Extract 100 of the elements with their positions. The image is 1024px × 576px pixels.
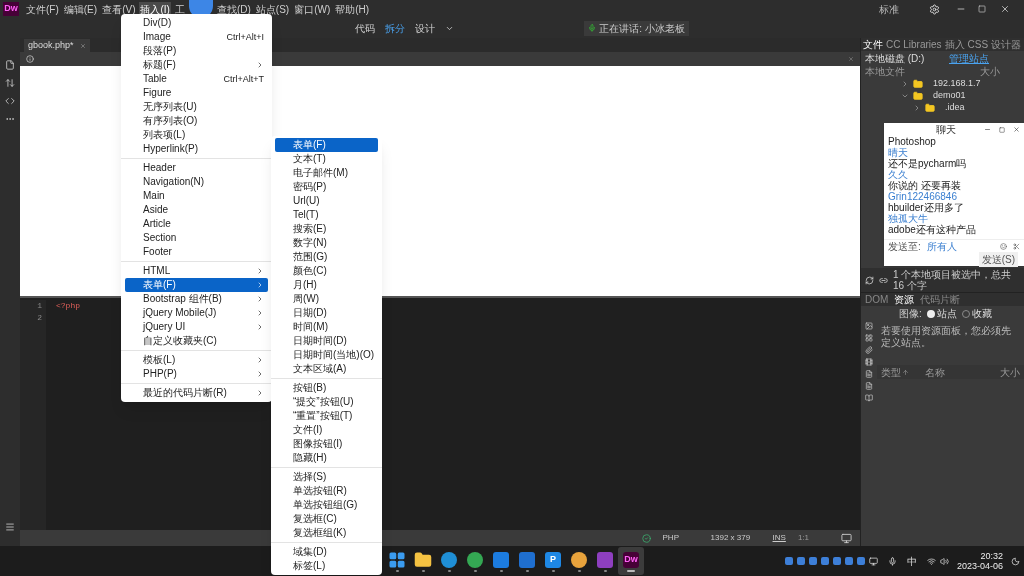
- menu-item[interactable]: 图像按钮(I): [275, 437, 378, 451]
- asset-type-icon[interactable]: [865, 346, 873, 354]
- menu-item[interactable]: 时间(M): [275, 320, 378, 334]
- asset-type-icon[interactable]: [865, 334, 873, 342]
- menu-icon[interactable]: [5, 522, 15, 532]
- menu-item[interactable]: Article: [125, 217, 268, 231]
- menu-item[interactable]: Aside: [125, 203, 268, 217]
- recipient-dropdown[interactable]: 所有人: [926, 238, 957, 254]
- app-icon[interactable]: P: [545, 551, 561, 568]
- menu-item[interactable]: Header: [125, 161, 268, 175]
- menu-item[interactable]: 选择(S): [275, 470, 378, 484]
- radio-option[interactable]: 站点: [926, 306, 957, 321]
- close-icon[interactable]: [1013, 126, 1020, 133]
- moon-icon[interactable]: [1011, 556, 1020, 566]
- menu-item[interactable]: 编辑(E): [62, 1, 99, 17]
- panel-tab[interactable]: 资源: [894, 292, 915, 307]
- file-icon[interactable]: [5, 60, 15, 70]
- menu-item[interactable]: 文件(F): [25, 1, 60, 17]
- menu-item[interactable]: jQuery Mobile(J): [125, 306, 268, 320]
- language-dropdown[interactable]: PHP: [662, 532, 699, 544]
- app-icon[interactable]: Dw: [623, 551, 639, 568]
- menu-item[interactable]: 自定义收藏夹(C): [125, 334, 268, 348]
- asset-type-icon[interactable]: [865, 394, 873, 402]
- menu-item[interactable]: 复选框组(K): [275, 526, 378, 540]
- app-icon[interactable]: [519, 551, 535, 568]
- manage-site-link[interactable]: 管理站点: [949, 50, 989, 66]
- menu-item[interactable]: Main: [125, 189, 268, 203]
- menu-item[interactable]: 文本区域(A): [275, 362, 378, 376]
- menu-item[interactable]: 标题(F): [125, 58, 268, 72]
- menu-item[interactable]: 单选按钮组(G): [275, 498, 378, 512]
- network-icon[interactable]: [926, 556, 936, 566]
- menu-item[interactable]: 域集(D): [275, 545, 378, 559]
- menu-item[interactable]: PHP(P): [125, 367, 268, 381]
- code-icon[interactable]: [5, 96, 15, 106]
- minimize-icon[interactable]: [984, 126, 991, 133]
- menu-item[interactable]: Image Ctrl+Alt+I: [125, 30, 268, 44]
- menu-item[interactable]: Url(U): [275, 194, 378, 208]
- menu-item[interactable]: 月(H): [275, 278, 378, 292]
- preview-icon[interactable]: [841, 532, 852, 544]
- menu-item[interactable]: Figure: [125, 86, 268, 100]
- app-icon[interactable]: [441, 551, 457, 568]
- connect-icon[interactable]: [879, 275, 888, 285]
- menu-item[interactable]: “提交”按钮(U): [275, 395, 378, 409]
- menu-item[interactable]: 查找(D): [215, 1, 252, 17]
- radio-button[interactable]: [961, 309, 970, 318]
- maximize-icon[interactable]: [999, 126, 1005, 133]
- menu-item[interactable]: 单选按钮(R): [275, 484, 378, 498]
- app-icon[interactable]: [571, 551, 587, 568]
- menu-item[interactable]: 密码(P): [275, 180, 378, 194]
- folder-icon[interactable]: [414, 550, 432, 569]
- menu-item[interactable]: 查看(V): [101, 1, 137, 17]
- menu-item[interactable]: “重置”按钮(T): [275, 409, 378, 423]
- panel-tab[interactable]: 插入: [944, 37, 965, 52]
- panel-tab[interactable]: DOM: [865, 292, 889, 307]
- panel-tab[interactable]: 代码片断: [920, 292, 961, 307]
- clock-time[interactable]: 20:32: [980, 551, 1003, 561]
- asset-type-icon[interactable]: [865, 370, 873, 378]
- menu-item[interactable]: 复选框(C): [275, 512, 378, 526]
- menu-item[interactable]: 数字(N): [275, 236, 378, 250]
- menu-item[interactable]: 工: [173, 1, 186, 17]
- drive-dropdown[interactable]: 本地磁盘 (D:): [865, 50, 941, 66]
- document-tab[interactable]: gbook.php*: [24, 39, 90, 52]
- radio-option[interactable]: 收藏: [961, 306, 992, 321]
- menu-item[interactable]: Footer: [125, 245, 268, 259]
- panel-tab[interactable]: 文件: [863, 37, 883, 52]
- panel-tab[interactable]: CC Libraries: [886, 37, 942, 52]
- panel-tab[interactable]: CSS 设计器: [967, 37, 1021, 52]
- app-icon[interactable]: [493, 551, 509, 568]
- menu-item[interactable]: 无序列表(U): [125, 100, 268, 114]
- menu-item[interactable]: 窗口(W): [293, 1, 332, 17]
- emoji-icon[interactable]: [1000, 242, 1007, 250]
- menu-item[interactable]: 帮助(H): [334, 1, 371, 17]
- tree-item[interactable]: 192.168.1.7: [933, 77, 981, 91]
- menu-item[interactable]: 范围(G): [275, 250, 378, 264]
- settings-icon[interactable]: [929, 3, 940, 15]
- menu-item[interactable]: 日期(D): [275, 306, 378, 320]
- workspace-dropdown[interactable]: 标准: [879, 1, 899, 17]
- input-method[interactable]: 中: [906, 553, 917, 569]
- menu-item[interactable]: 电子邮件(M): [275, 166, 378, 180]
- close-icon[interactable]: [1000, 4, 1010, 14]
- menu-item[interactable]: HTML: [125, 264, 268, 278]
- menu-item[interactable]: Navigation(N): [125, 175, 268, 189]
- monitor-icon[interactable]: [868, 556, 878, 566]
- asset-type-icon[interactable]: [865, 322, 873, 330]
- menu-item[interactable]: Table Ctrl+Alt+T: [125, 72, 268, 86]
- menu-item[interactable]: 周(W): [275, 292, 378, 306]
- menu-item[interactable]: 日期时间(D): [275, 334, 378, 348]
- tree-item[interactable]: demo01: [933, 89, 966, 103]
- menu-item[interactable]: Tel(T): [275, 208, 378, 222]
- sort-icon[interactable]: [5, 78, 15, 88]
- view-tab[interactable]: 拆分: [385, 20, 406, 36]
- size-dropdown[interactable]: 1392 x 379: [710, 532, 761, 544]
- volume-icon[interactable]: [939, 556, 949, 566]
- menu-item[interactable]: 文件(I): [275, 423, 378, 437]
- menu-item[interactable]: 最近的代码片断(R): [125, 386, 268, 400]
- tree-item[interactable]: .idea: [945, 101, 965, 115]
- send-button[interactable]: 发送(S): [978, 251, 1018, 267]
- menu-item[interactable]: 模板(L): [125, 353, 268, 367]
- menu-item[interactable]: 段落(P): [125, 44, 268, 58]
- menu-item[interactable]: 搜索(E): [275, 222, 378, 236]
